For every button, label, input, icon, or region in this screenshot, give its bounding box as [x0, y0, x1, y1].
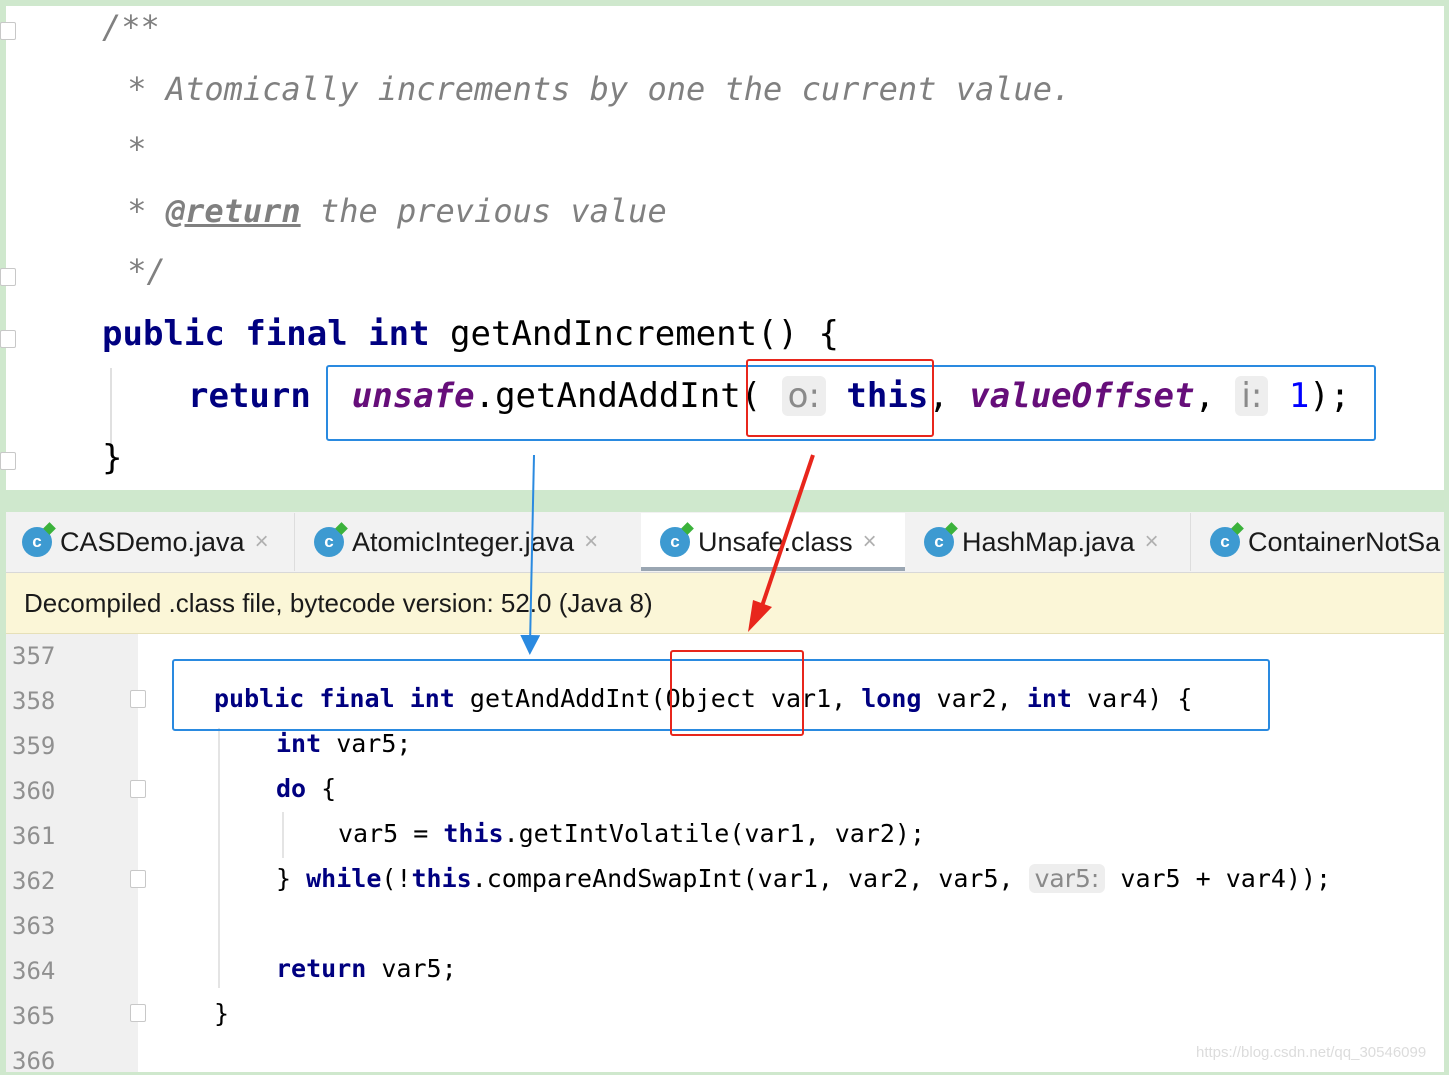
watermark: https://blog.csdn.net/qq_30546099 [1196, 1044, 1427, 1061]
blue-arrow [520, 454, 541, 655]
red-arrow [748, 454, 815, 632]
annotation-arrows [520, 454, 815, 655]
